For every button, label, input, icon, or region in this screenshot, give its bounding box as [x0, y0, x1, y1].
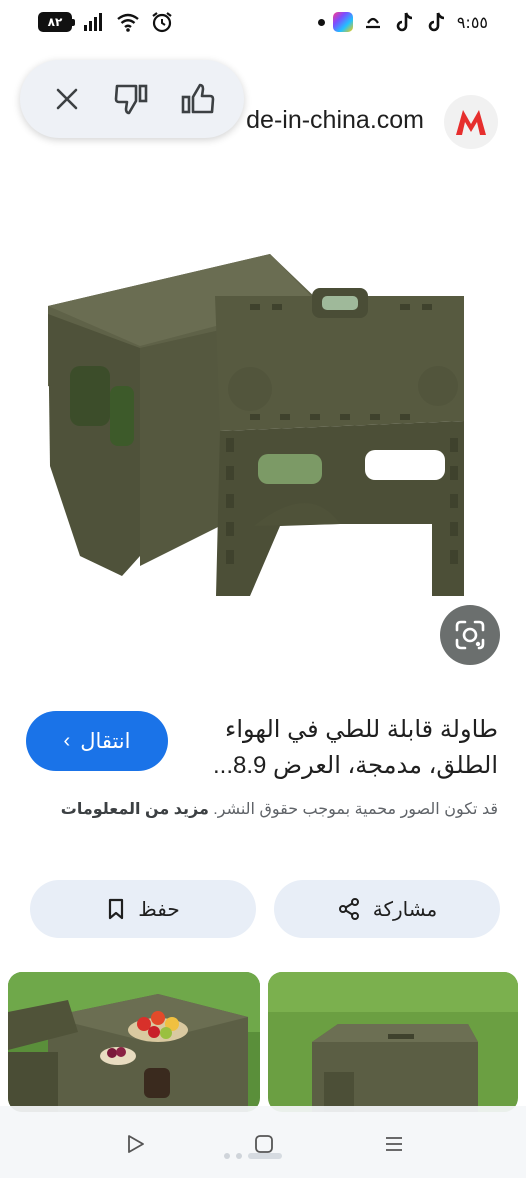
share-button[interactable]: مشاركة — [274, 880, 500, 938]
share-label: مشاركة — [372, 898, 438, 921]
notification-dot — [317, 18, 325, 26]
clock: ٩:٥٥ — [456, 12, 488, 32]
folding-table-image — [48, 254, 464, 596]
related-image-table-fruit — [8, 972, 260, 1112]
source-name[interactable]: de-in-china.com — [246, 106, 424, 135]
chevron-left-icon: ‹ — [63, 729, 71, 752]
navigation-bar — [0, 1106, 526, 1178]
bookmark-icon — [109, 898, 124, 920]
triangle-back-icon — [128, 1135, 144, 1153]
battery-level: ٨٢ — [47, 15, 63, 29]
visit-button[interactable]: ‹ انتقال — [26, 711, 168, 771]
back-nav-button[interactable] — [116, 1124, 156, 1164]
menu-lines-icon — [386, 1137, 402, 1151]
scroll-indicator — [224, 1153, 282, 1159]
lens-icon — [455, 620, 485, 650]
close-icon — [56, 88, 77, 110]
like-button[interactable] — [171, 73, 223, 125]
tiktok-icon — [428, 12, 444, 32]
share-icon — [338, 898, 359, 920]
made-in-china-logo-icon — [456, 110, 486, 135]
tiktok-icon — [396, 12, 412, 32]
wifi-icon — [117, 13, 139, 32]
product-title: طاولة قابلة للطي في الهواء الطلق، مدمجة،… — [213, 716, 498, 779]
lens-search-button[interactable] — [440, 605, 500, 665]
cloud-icon — [365, 17, 380, 29]
copyright-notice: قد تكون الصور محمية بموجب حقوق النشر. مز… — [38, 796, 498, 824]
signal-icon — [84, 13, 102, 31]
thumbs-down-icon — [114, 84, 148, 115]
copyright-text: قد تكون الصور محمية بموجب حقوق النشر. — [213, 801, 498, 818]
product-image[interactable] — [20, 226, 506, 626]
related-image-table-grass — [268, 972, 518, 1112]
source-logo[interactable] — [444, 95, 498, 149]
battery-icon: ٨٢ — [38, 12, 75, 32]
save-label: حفظ — [138, 898, 180, 921]
thumbs-up-icon — [182, 83, 215, 114]
square-home-icon — [255, 1135, 273, 1153]
related-image-1[interactable] — [8, 972, 260, 1112]
feedback-pill — [20, 60, 244, 138]
save-button[interactable]: حفظ — [30, 880, 256, 938]
status-bar: ٨٢ ٩:٥٥ — [0, 0, 526, 44]
recents-nav-button[interactable] — [374, 1124, 414, 1164]
visit-label: انتقال — [80, 729, 131, 753]
close-button[interactable] — [41, 73, 93, 125]
related-image-2[interactable] — [268, 972, 518, 1112]
alarm-icon — [152, 12, 172, 33]
more-info-link[interactable]: مزيد من المعلومات — [61, 801, 209, 818]
app-icon — [332, 12, 353, 32]
dislike-button[interactable] — [106, 73, 158, 125]
